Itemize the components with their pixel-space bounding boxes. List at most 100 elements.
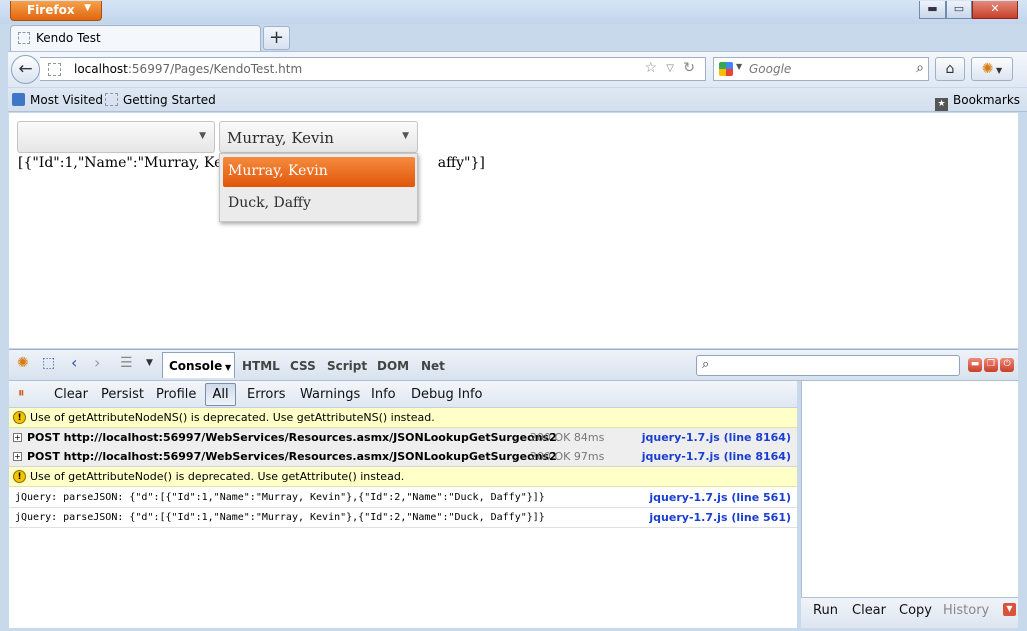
collapse-editor-icon[interactable]: ▼ (1003, 603, 1016, 616)
clear-button[interactable]: Clear (852, 603, 886, 618)
minimize-icon: ▬ (970, 359, 980, 369)
filter-errors-button[interactable]: Errors (247, 387, 285, 402)
url-bar[interactable]: localhost:56997/Pages/KendoTest.htm ☆ ▽ … (40, 57, 706, 81)
title-bar (0, 0, 1027, 24)
page-favicon-icon (18, 32, 30, 44)
inspect-icon[interactable]: ⬚ (42, 355, 55, 371)
google-icon (719, 62, 733, 76)
row-message: POST http://localhost:56997/WebServices/… (27, 431, 557, 444)
tab-dom[interactable]: DOM (377, 359, 409, 373)
clear-console-button[interactable]: Clear (54, 387, 88, 402)
tab-console[interactable]: Console ▼ (162, 352, 235, 378)
warning-icon: ! (13, 470, 26, 483)
page-icon (105, 93, 118, 106)
firefox-menu-label: Firefox (27, 3, 75, 17)
search-placeholder: Google (749, 62, 792, 76)
bookmarks-star-icon: ★ (935, 98, 948, 111)
firebug-button[interactable]: ✺ ▼ (971, 57, 1013, 81)
row-source-link[interactable]: jquery-1.7.js (line 561) (649, 491, 791, 504)
site-identity-icon (48, 63, 61, 76)
plus-icon: + (268, 27, 285, 48)
console-row-warning: ! Use of getAttributeNodeNS() is depreca… (9, 408, 797, 428)
popup-item[interactable]: Murray, Kevin (223, 157, 415, 187)
url-path: :56997/Pages/KendoTest.htm (127, 62, 303, 76)
firebug-icon: ✺ (981, 61, 994, 77)
copy-button[interactable]: Copy (899, 603, 932, 618)
console-row-request[interactable]: + POST http://localhost:56997/WebService… (9, 447, 797, 467)
reload-icon[interactable]: ↻ (683, 60, 695, 76)
back-button[interactable]: ← (11, 55, 40, 84)
json-output-visible-start: [{"Id":1,"Name":"Murray, Kevi (18, 155, 235, 171)
chevron-down-icon: ▼ (84, 3, 91, 13)
popup-item[interactable]: Duck, Daffy (223, 189, 415, 219)
json-output-visible-end: affy"}] (437, 155, 485, 171)
chevron-down-icon: ▼ (222, 363, 232, 372)
maximize-button[interactable]: ▭ (946, 1, 972, 19)
row-source-link[interactable]: jquery-1.7.js (line 8164) (642, 450, 791, 463)
tab-label: Console (169, 359, 223, 373)
firebug-search-input[interactable]: ⌕ (696, 355, 960, 376)
row-message: jQuery: parseJSON: {"d":[{"Id":1,"Name":… (15, 492, 545, 503)
back-icon[interactable]: ‹ (71, 353, 77, 372)
tab-css[interactable]: CSS (290, 359, 316, 373)
search-bar[interactable]: ▼ Google ⌕ (713, 57, 929, 81)
url-host: localhost (74, 62, 128, 76)
url-history-dropdown-icon[interactable]: ▽ (666, 63, 674, 74)
back-arrow-icon: ← (18, 59, 33, 79)
bookmark-getting-started[interactable]: Getting Started (105, 93, 216, 107)
bookmark-star-icon[interactable]: ☆ (644, 60, 657, 76)
row-source-link[interactable]: jquery-1.7.js (line 8164) (642, 431, 791, 444)
new-tab-button[interactable]: + (263, 26, 290, 50)
history-button[interactable]: History (943, 603, 989, 618)
home-button[interactable]: ⌂ (935, 57, 965, 81)
tab-html[interactable]: HTML (242, 359, 280, 373)
dropdown-2-popup: Murray, Kevin Duck, Daffy (219, 153, 418, 222)
close-icon: ✕ (990, 2, 1000, 15)
dropdown-arrow-icon: ▼ (199, 131, 206, 141)
tab-net[interactable]: Net (421, 359, 445, 373)
dropdown-2[interactable]: Murray, Kevin ▼ (219, 121, 418, 153)
run-button[interactable]: Run (813, 603, 838, 618)
console-row-request[interactable]: + POST http://localhost:56997/WebService… (9, 428, 797, 448)
firefox-menu-button[interactable]: Firefox ▼ (10, 1, 102, 21)
close-window-button[interactable]: ✕ (972, 1, 1018, 19)
bookmark-label: Getting Started (123, 93, 216, 107)
row-status: 200 OK 97ms (530, 450, 605, 463)
firebug-close-button[interactable]: ⏻ (1000, 358, 1014, 372)
search-icon: ⌕ (702, 357, 710, 372)
firebug-minimize-button[interactable]: ▬ (968, 358, 982, 372)
search-icon[interactable]: ⌕ (916, 60, 924, 76)
tab-kendo-test[interactable]: Kendo Test (10, 25, 261, 51)
filter-warnings-button[interactable]: Warnings (300, 387, 360, 402)
filter-all-button[interactable]: All (205, 383, 236, 406)
search-engine-dropdown-icon[interactable]: ▼ (736, 62, 742, 71)
forward-icon[interactable]: › (94, 353, 100, 372)
command-editor[interactable] (801, 381, 1018, 628)
tab-title: Kendo Test (36, 31, 101, 45)
dropdown-1[interactable]: ▼ (17, 121, 215, 153)
persist-button[interactable]: Persist (101, 387, 144, 402)
list-icon[interactable]: ☰ (120, 355, 133, 371)
dropdown-arrow-icon: ▼ (402, 131, 409, 141)
minimize-button[interactable]: ▬ (919, 1, 946, 19)
row-source-link[interactable]: jquery-1.7.js (line 561) (649, 511, 791, 524)
expand-icon[interactable]: + (13, 452, 22, 461)
filter-debug-info-button[interactable]: Debug Info (411, 387, 483, 402)
row-message: Use of getAttributeNodeNS() is deprecate… (30, 411, 435, 424)
bookmark-most-visited[interactable]: Most Visited (12, 93, 103, 107)
console-row-warning: ! Use of getAttributeNode() is deprecate… (9, 467, 797, 487)
firebug-detach-button[interactable]: ❐ (984, 358, 998, 372)
break-on-errors-icon[interactable]: ⏸ (18, 386, 25, 401)
url-text: localhost:56997/Pages/KendoTest.htm (74, 62, 302, 76)
chevron-down-icon: ▼ (993, 66, 1003, 75)
filter-info-button[interactable]: Info (371, 387, 396, 402)
tab-script[interactable]: Script (327, 359, 367, 373)
bookmarks-menu[interactable]: ★ Bookmarks (935, 93, 1020, 111)
bookmark-label: Most Visited (30, 93, 104, 107)
chevron-down-icon[interactable]: ▼ (146, 358, 153, 368)
expand-icon[interactable]: + (13, 433, 22, 442)
row-status: 200 OK 84ms (530, 431, 605, 444)
firebug-menu-icon[interactable]: ✺ (17, 355, 29, 371)
profile-button[interactable]: Profile (156, 387, 196, 402)
warning-icon: ! (13, 411, 26, 424)
